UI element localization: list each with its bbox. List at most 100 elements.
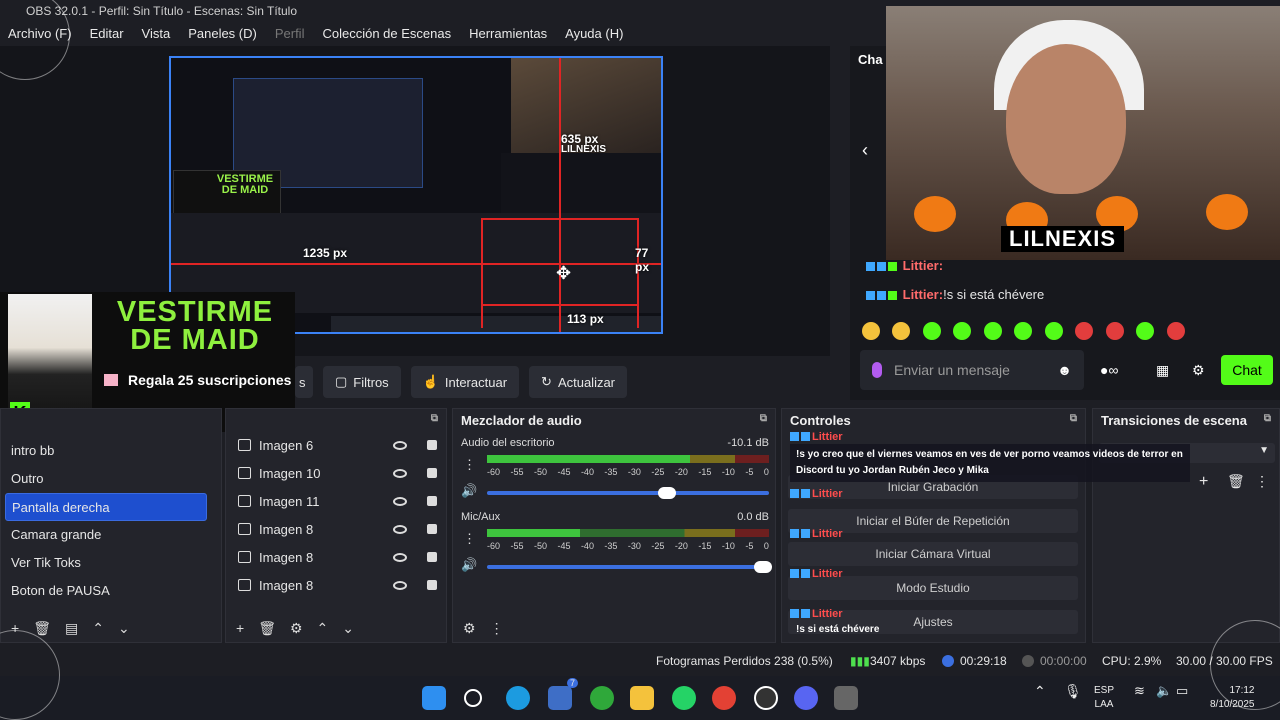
source-item[interactable]: Imagen 10	[226, 459, 446, 487]
virtual-camera-button[interactable]: Iniciar Cámara Virtual	[788, 542, 1078, 566]
edge-icon[interactable]	[506, 686, 530, 710]
move-down-icon[interactable]: ⌄	[118, 620, 130, 637]
store-icon[interactable]: ▦	[1156, 362, 1169, 379]
chat-input[interactable]: Enviar un mensaje ☻	[860, 350, 1084, 390]
speaker-icon[interactable]: 🔊	[461, 483, 477, 499]
scene-item[interactable]: Boton de PAUSA	[1, 577, 221, 605]
move-up-icon[interactable]: ⌃	[92, 620, 104, 637]
lock-icon[interactable]	[427, 496, 437, 506]
source-item[interactable]: Imagen 8	[226, 571, 446, 599]
emote-icon[interactable]	[1105, 322, 1124, 340]
menu-docks[interactable]: Paneles (D)	[188, 24, 257, 46]
add-transition-icon[interactable]: +	[1199, 473, 1208, 491]
chat-tab[interactable]: Cha	[858, 52, 883, 67]
dock-pin-icon[interactable]: ⧉	[431, 413, 438, 427]
eye-icon[interactable]	[393, 552, 407, 562]
emote-icon[interactable]	[1044, 322, 1063, 340]
add-source-icon[interactable]: +	[236, 620, 244, 636]
search-icon[interactable]	[464, 689, 482, 707]
teams-icon[interactable]: 7	[548, 678, 578, 710]
lock-icon[interactable]	[427, 580, 437, 590]
infinity-icon[interactable]: ●∞	[1100, 362, 1118, 378]
remove-scene-icon[interactable]: 🗑	[33, 620, 51, 637]
menu-profile[interactable]: Perfil	[275, 24, 305, 46]
wifi-icon[interactable]: ≋	[1134, 684, 1145, 698]
chat-send-button[interactable]: Chat	[1221, 355, 1273, 385]
emote-icon[interactable]	[1014, 322, 1033, 340]
eye-icon[interactable]	[393, 524, 407, 534]
emote-icon[interactable]	[1075, 322, 1094, 340]
menu-tools[interactable]: Herramientas	[469, 24, 547, 46]
folder-icon[interactable]	[630, 686, 654, 710]
emote-icon[interactable]	[892, 322, 911, 340]
discord-icon[interactable]	[794, 686, 818, 710]
lock-icon[interactable]	[427, 440, 437, 450]
scene-item[interactable]: Camara grande	[1, 521, 221, 549]
eye-icon[interactable]	[393, 440, 407, 450]
lock-icon[interactable]	[427, 468, 437, 478]
channel-menu-icon[interactable]: ⋮	[463, 457, 476, 473]
speaker-icon[interactable]: 🔊	[461, 557, 477, 573]
menu-view[interactable]: Vista	[142, 24, 171, 46]
tray-chevron-icon[interactable]: ⌃	[1034, 684, 1046, 698]
scene-item[interactable]: Outro	[1, 465, 221, 493]
menu-scene-collection[interactable]: Colección de Escenas	[322, 24, 451, 46]
obs-icon[interactable]	[754, 686, 778, 710]
emote-icon[interactable]	[983, 322, 1002, 340]
emote-icon[interactable]	[922, 322, 941, 340]
lock-icon[interactable]	[427, 524, 437, 534]
menu-edit[interactable]: Editar	[90, 24, 124, 46]
eye-icon[interactable]	[393, 580, 407, 590]
whatsapp-icon[interactable]	[672, 686, 696, 710]
eye-icon[interactable]	[393, 468, 407, 478]
chrome-icon[interactable]	[712, 686, 736, 710]
lock-icon[interactable]	[427, 552, 437, 562]
filters-button[interactable]: ▢ Filtros	[323, 366, 401, 398]
emote-icon[interactable]	[1136, 322, 1155, 340]
dock-pin-icon[interactable]: ⧉	[1264, 413, 1271, 427]
mic-tray-icon[interactable]: 🎙	[1064, 684, 1082, 698]
dock-pin-icon[interactable]: ⧉	[760, 413, 767, 427]
remove-transition-icon[interactable]: 🗑	[1227, 473, 1245, 490]
battery-icon[interactable]: ▭	[1176, 684, 1188, 698]
emoji-icon[interactable]: ☻	[1057, 362, 1072, 378]
microphone-icon[interactable]	[872, 362, 882, 378]
volume-slider[interactable]	[487, 561, 773, 573]
scene-item[interactable]: Ver Tik Toks	[1, 549, 221, 577]
slider-knob[interactable]	[754, 561, 773, 573]
emote-icon[interactable]	[1166, 322, 1185, 340]
volume-icon[interactable]: 🔈	[1156, 684, 1172, 698]
xbox-icon[interactable]	[590, 686, 614, 710]
source-item[interactable]: Imagen 8	[226, 515, 446, 543]
transition-menu-icon[interactable]: ⋮	[1255, 473, 1269, 490]
volume-slider[interactable]	[487, 487, 769, 499]
emote-icon[interactable]	[862, 322, 880, 340]
scene-item[interactable]: intro bb	[1, 437, 221, 465]
source-settings-icon[interactable]: ⚙	[290, 620, 303, 637]
mixer-settings-icon[interactable]: ⚙	[463, 620, 476, 637]
channel-menu-icon[interactable]: ⋮	[463, 531, 476, 547]
refresh-button[interactable]: ↻ Actualizar	[529, 366, 628, 398]
chevron-left-icon[interactable]: ‹	[862, 140, 868, 161]
windows-start-icon[interactable]	[422, 686, 446, 710]
eye-icon[interactable]	[393, 496, 407, 506]
gear-icon[interactable]: ⚙	[1192, 362, 1205, 379]
scene-item-active[interactable]: Pantalla derecha	[5, 493, 207, 521]
interact-button[interactable]: ☝ Interactuar	[410, 366, 520, 398]
remove-source-icon[interactable]: 🗑	[258, 620, 276, 637]
properties-button[interactable]: s	[295, 366, 313, 398]
menu-help[interactable]: Ayuda (H)	[565, 24, 623, 46]
app-icon[interactable]	[834, 686, 858, 710]
source-item[interactable]: Imagen 6	[226, 431, 446, 459]
emote-icon[interactable]	[953, 322, 972, 340]
mixer-menu-icon[interactable]: ⋮	[490, 620, 504, 637]
scene-filters-icon[interactable]: ▤	[65, 620, 78, 637]
source-item[interactable]: Imagen 11	[226, 487, 446, 515]
slider-knob[interactable]	[658, 487, 677, 499]
source-item[interactable]: Imagen 8	[226, 543, 446, 571]
source-down-icon[interactable]: ⌄	[342, 620, 354, 637]
source-up-icon[interactable]: ⌃	[317, 620, 329, 637]
emote-bar	[862, 322, 1193, 345]
language-indicator[interactable]: ESP LAA	[1094, 684, 1114, 712]
dock-pin-icon[interactable]: ⧉	[1070, 413, 1077, 427]
